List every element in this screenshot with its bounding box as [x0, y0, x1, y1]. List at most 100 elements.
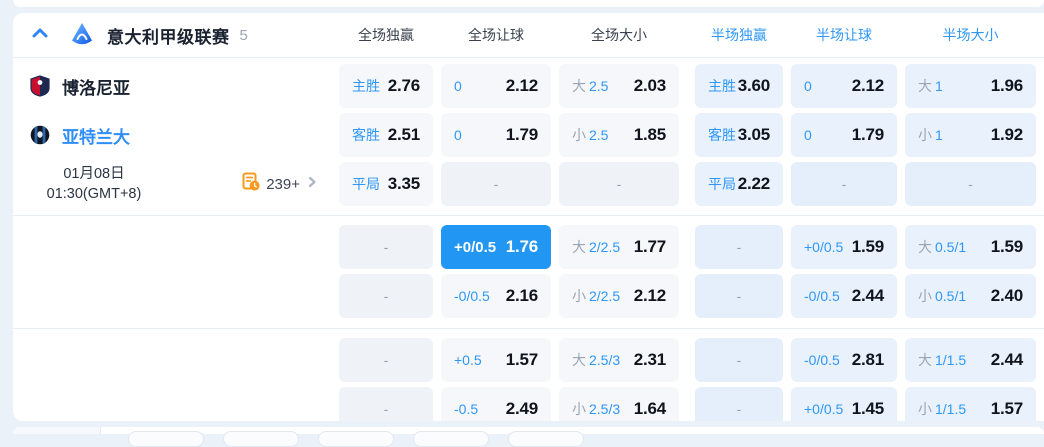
ou-line: 1: [935, 127, 943, 143]
odds-cell[interactable]: 小 0.5/1 2.40: [905, 274, 1036, 318]
previous-card-edge: [13, 0, 1044, 7]
odds-value: 2.22: [737, 174, 770, 193]
match-odds-card: 意大利甲级联赛 5 全场独赢 全场让球 全场大小 半场独赢 半场让球 半场大小 博洛尼亚 …: [13, 13, 1044, 421]
ou-line: 1: [935, 78, 943, 94]
ou-line: 2/2.5: [589, 239, 621, 255]
odds-cell[interactable]: 大 2.5 2.03: [559, 64, 679, 108]
odds-value: 3.05: [737, 125, 770, 144]
odds-cell-selected[interactable]: +0/0.5 1.76: [441, 225, 551, 269]
away-team-name: 亚特兰大: [62, 127, 130, 147]
outcome-label: 主胜: [708, 78, 736, 94]
home-team-row[interactable]: 博洛尼亚: [13, 74, 130, 99]
odds-cell[interactable]: 主胜 3.60: [695, 64, 783, 108]
ou-side-label: 小: [918, 127, 932, 143]
odds-cell[interactable]: -0.5 2.49: [441, 387, 551, 421]
league-name: 意大利甲级联赛: [107, 27, 230, 47]
odds-dash: -: [736, 401, 742, 417]
match-time: 01:30(GMT+8): [46, 186, 142, 202]
odds-cell[interactable]: 0 1.79: [791, 113, 897, 157]
odds-row: 01月08日 01:30(GMT+8) 239+ 平局 3.35- - 平局 2.22-…: [13, 162, 1044, 206]
odds-cell[interactable]: +0/0.5 1.45: [791, 387, 897, 421]
odds-value: 2.81: [851, 350, 884, 369]
odds-value: 1.59: [990, 237, 1023, 256]
more-odds-count: 239+: [266, 175, 300, 193]
column-header-full: 全场让球: [468, 27, 524, 43]
odds-value: 2.49: [505, 399, 538, 418]
outcome-label: 平局: [352, 176, 380, 192]
odds-cell-empty: -: [339, 338, 433, 382]
odds-cell[interactable]: 小 2.5 1.85: [559, 113, 679, 157]
odds-cell-empty: -: [791, 162, 897, 206]
odds-cell-empty: -: [695, 225, 783, 269]
odds-cell[interactable]: 小 1/1.5 1.57: [905, 387, 1036, 421]
ou-side-label: 小: [572, 127, 586, 143]
odds-cell[interactable]: 小 2.5/3 1.64: [559, 387, 679, 421]
tab-pill-stub[interactable]: [223, 431, 299, 447]
odds-dash: -: [383, 352, 389, 368]
odds-cell[interactable]: 大 2/2.5 1.77: [559, 225, 679, 269]
odds-value: 3.60: [737, 76, 770, 95]
odds-cell-empty: -: [695, 338, 783, 382]
ou-side-label: 大: [918, 239, 932, 255]
league-info: 意大利甲级联赛 5: [13, 22, 331, 48]
away-team-badge-icon: [29, 124, 51, 146]
odds-cell[interactable]: 0 2.12: [791, 64, 897, 108]
odds-cell[interactable]: 平局 2.22: [695, 162, 783, 206]
odds-cell[interactable]: 主胜 2.76: [339, 64, 433, 108]
tab-pill-stub[interactable]: [128, 431, 204, 447]
tab-pill-stub[interactable]: [318, 431, 394, 447]
ou-side-label: 小: [918, 401, 932, 417]
odds-cell[interactable]: 小 2/2.5 2.12: [559, 274, 679, 318]
odds-value: 2.51: [387, 125, 420, 144]
odds-count-icon: [241, 172, 261, 197]
collapse-button[interactable]: [30, 25, 50, 45]
ou-side-label: 大: [572, 352, 586, 368]
home-team-name: 博洛尼亚: [62, 78, 130, 98]
match-date: 01月08日: [63, 166, 125, 182]
odds-cell[interactable]: 0 1.79: [441, 113, 551, 157]
league-match-count: 5: [239, 26, 248, 44]
away-team-row[interactable]: 亚特兰大: [13, 123, 130, 148]
odds-row: - -0.5 2.49 小 2.5/3 1.64- +0/0.5 1.45 小 1/1.5 1.57: [13, 387, 1044, 421]
chevron-up-icon: [30, 23, 50, 48]
column-header-half: 半场大小: [942, 27, 999, 43]
odds-cell[interactable]: 0 2.12: [441, 64, 551, 108]
odds-row: 博洛尼亚 主胜 2.76 0 2.12 大 2.5 2.03 主胜 3.60 0 2.12 大 1 1.9…: [13, 64, 1044, 108]
odds-dash: -: [841, 176, 847, 192]
odds-value: 2.40: [990, 286, 1023, 305]
odds-cell[interactable]: 客胜 3.05: [695, 113, 783, 157]
ou-side-label: 大: [918, 78, 932, 94]
handicap-label: -0.5: [454, 401, 479, 417]
more-odds-button[interactable]: 239+: [241, 172, 319, 197]
odds-cell[interactable]: 大 1/1.5 2.44: [905, 338, 1036, 382]
odds-cell[interactable]: 客胜 2.51: [339, 113, 433, 157]
odds-row: 亚特兰大 客胜 2.51 0 1.79 小 2.5 1.85 客胜 3.05 0 1.79 小 1 1.9…: [13, 113, 1044, 157]
odds-cell[interactable]: +0/0.5 1.59: [791, 225, 897, 269]
odds-cell[interactable]: 大 2.5/3 2.31: [559, 338, 679, 382]
odds-value: 2.12: [851, 76, 884, 95]
odds-cell[interactable]: -0/0.5 2.16: [441, 274, 551, 318]
odds-value: 1.45: [851, 399, 884, 418]
odds-value: 1.79: [505, 125, 538, 144]
column-header-full: 全场独赢: [358, 27, 414, 43]
odds-cell[interactable]: -0/0.5 2.44: [791, 274, 897, 318]
ou-line: 0.5/1: [935, 288, 967, 304]
handicap-label: 0: [454, 78, 462, 94]
odds-cell[interactable]: 平局 3.35: [339, 162, 433, 206]
next-card-left-column: [13, 427, 101, 434]
odds-cell[interactable]: 大 1 1.96: [905, 64, 1036, 108]
odds-dash: -: [968, 176, 973, 192]
tab-pill-stub[interactable]: [508, 431, 584, 447]
ou-side-label: 小: [572, 401, 586, 417]
tab-pill-stub[interactable]: [413, 431, 489, 447]
odds-cell[interactable]: +0.5 1.57: [441, 338, 551, 382]
odds-value: 2.76: [387, 76, 420, 95]
odds-value: 2.44: [851, 286, 884, 305]
outcome-label: 客胜: [352, 127, 380, 143]
odds-cell[interactable]: 大 0.5/1 1.59: [905, 225, 1036, 269]
odds-cell[interactable]: 小 1 1.92: [905, 113, 1036, 157]
row-left-slot: 亚特兰大: [13, 113, 331, 157]
odds-cell[interactable]: -0/0.5 2.81: [791, 338, 897, 382]
ou-line: 2.5/3: [589, 401, 621, 417]
odds-value: 2.12: [633, 286, 666, 305]
